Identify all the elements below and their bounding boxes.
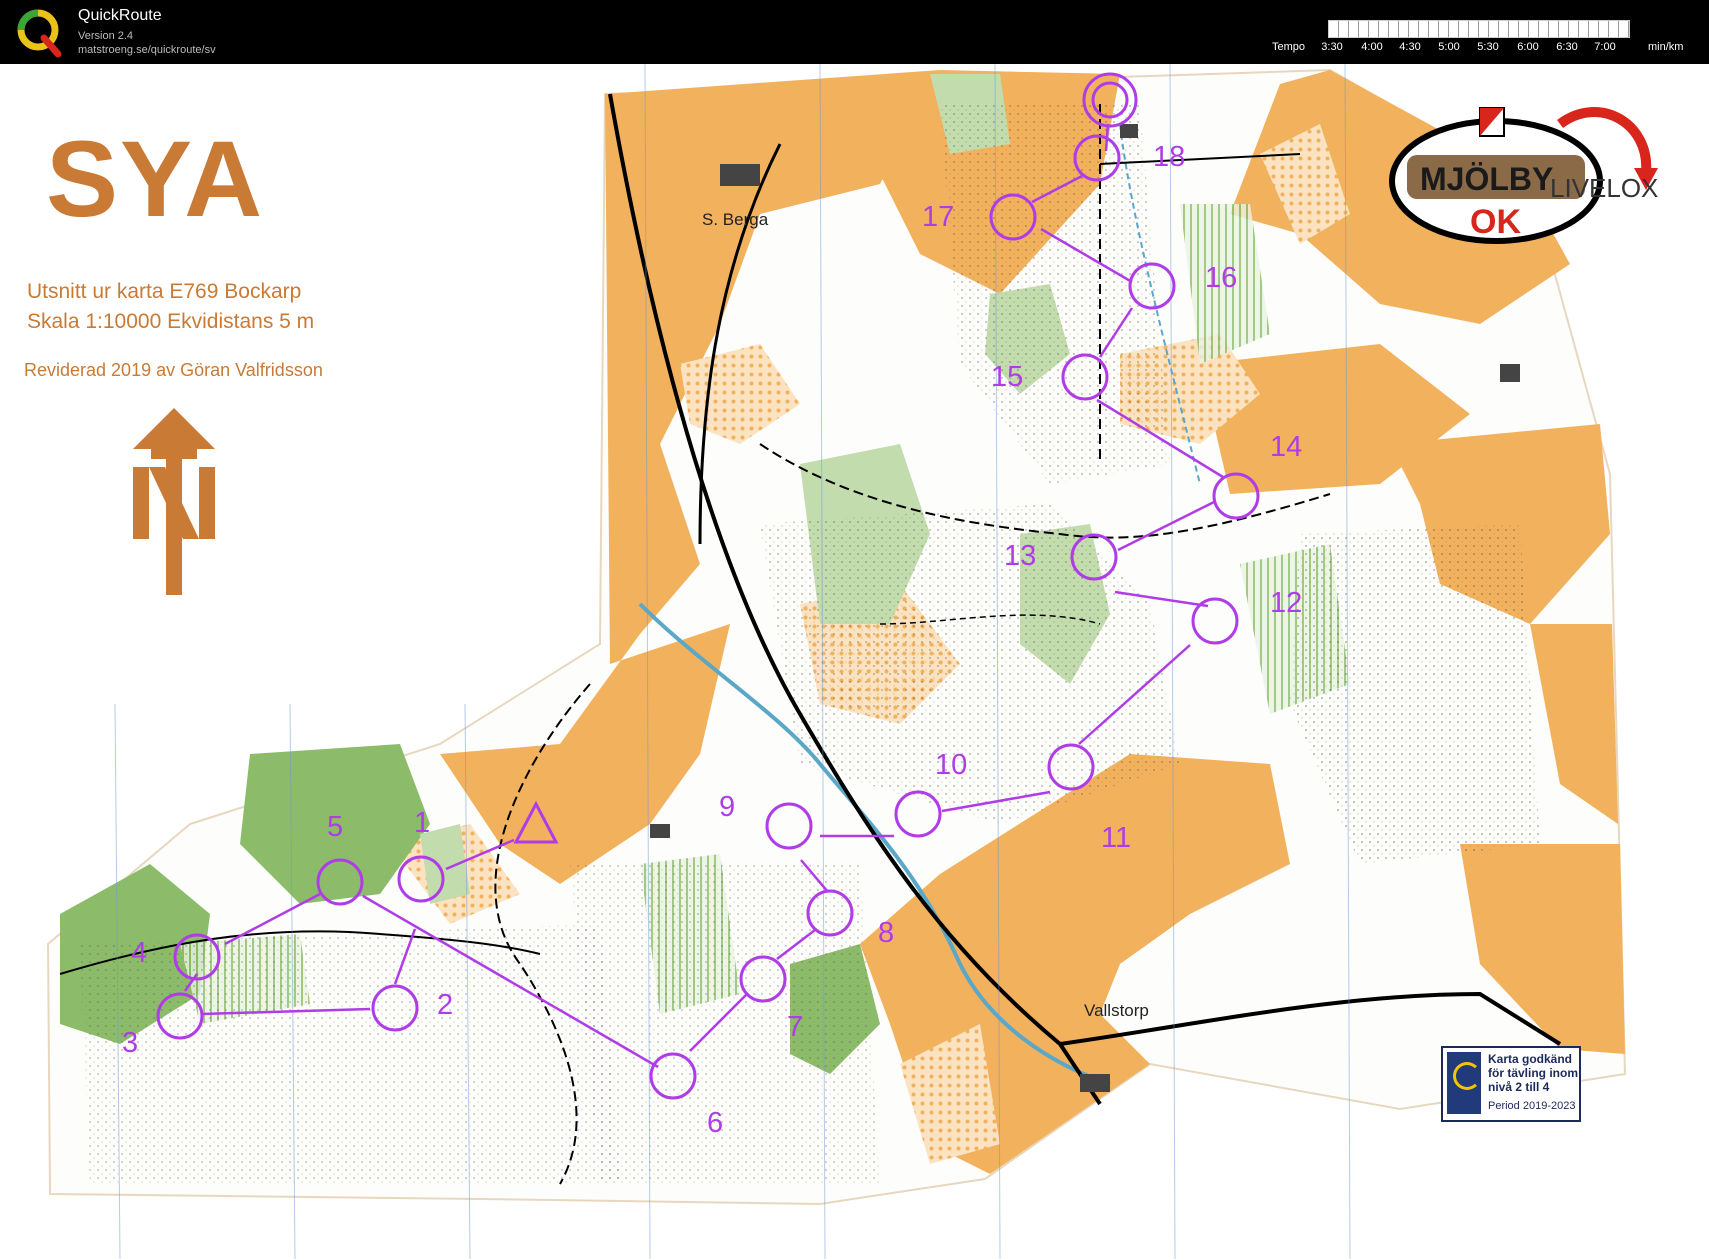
control-number: 11 [1101, 822, 1131, 854]
approval-text: Karta godkänd [1488, 1052, 1573, 1066]
map-subtitle: Utsnitt ur karta E769 Bockarp [27, 280, 302, 303]
quickroute-window: QuickRoute Version 2.4 matstroeng.se/qui… [0, 0, 1709, 1259]
tempo-scale-bar [1328, 20, 1630, 38]
control-number: 2 [437, 989, 453, 1021]
tempo-tick: 6:30 [1556, 41, 1578, 53]
control-number: 6 [707, 1107, 723, 1139]
rock-detail-area [570, 864, 880, 1184]
app-url: matstroeng.se/quickroute/sv [78, 44, 216, 56]
north-arrow-icon [133, 408, 215, 595]
approval-period: Period 2019-2023 [1488, 1100, 1576, 1112]
tempo-tick: 7:00 [1594, 41, 1616, 53]
map-scale-text: Skala 1:10000 Ekvidistans 5 m [27, 310, 315, 333]
control-number: 18 [1153, 141, 1185, 173]
app-version: Version 2.4 [78, 30, 134, 42]
control-number: 9 [719, 791, 735, 823]
control-number: 15 [991, 361, 1023, 393]
control-number: 14 [1270, 431, 1302, 463]
control-number: 8 [878, 917, 894, 949]
control-number: 17 [922, 201, 954, 233]
approval-text: nivå 2 till 4 [1488, 1080, 1550, 1094]
control-number: 12 [1270, 587, 1302, 619]
control-number: 16 [1205, 262, 1237, 294]
club-logo-text: OK [1470, 203, 1521, 241]
map-approval-badge: Karta godkänd för tävling inom nivå 2 ti… [1441, 1046, 1581, 1122]
tempo-label: Tempo [1272, 41, 1306, 53]
place-name: Vallstorp [1084, 1001, 1149, 1020]
livelox-text: LIVELOX [1550, 173, 1658, 203]
rock-detail-area [80, 924, 620, 1184]
control-number: 13 [1004, 540, 1036, 572]
building [720, 164, 760, 186]
svensk-orientering-seal-icon [1447, 1052, 1481, 1114]
building [1080, 1074, 1110, 1092]
building [650, 824, 670, 838]
map-revision: Reviderad 2019 av Göran Valfridsson [24, 360, 323, 380]
control-number: 5 [327, 811, 343, 843]
title-bar: QuickRoute Version 2.4 matstroeng.se/qui… [0, 0, 1709, 64]
tempo-tick: 4:30 [1399, 41, 1421, 53]
tempo-tick: 5:00 [1438, 41, 1460, 53]
control-number: 10 [935, 749, 967, 781]
tempo-tick: 4:00 [1361, 41, 1383, 53]
app-title: QuickRoute [78, 7, 162, 24]
approval-text: för tävling inom [1488, 1066, 1578, 1080]
control-number: 1 [414, 807, 430, 839]
quickroute-logo-icon [17, 9, 62, 58]
control-number: 4 [131, 937, 147, 969]
tempo-tick: 5:30 [1477, 41, 1499, 53]
tempo-unit: min/km [1648, 41, 1684, 53]
tempo-tick: 3:30 [1321, 41, 1343, 53]
tempo-tick: 6:00 [1517, 41, 1539, 53]
orienteering-map[interactable]: 1 2 3 4 5 6 7 8 9 10 11 12 13 14 15 16 1… [0, 64, 1709, 1259]
building [1120, 124, 1138, 138]
building [1500, 364, 1520, 382]
control-number: 7 [787, 1011, 803, 1043]
control-number: 3 [122, 1027, 138, 1059]
club-logo-text: MJÖLBY [1420, 161, 1553, 197]
place-name: S. Berga [702, 210, 769, 229]
map-title: SYA [46, 118, 265, 239]
